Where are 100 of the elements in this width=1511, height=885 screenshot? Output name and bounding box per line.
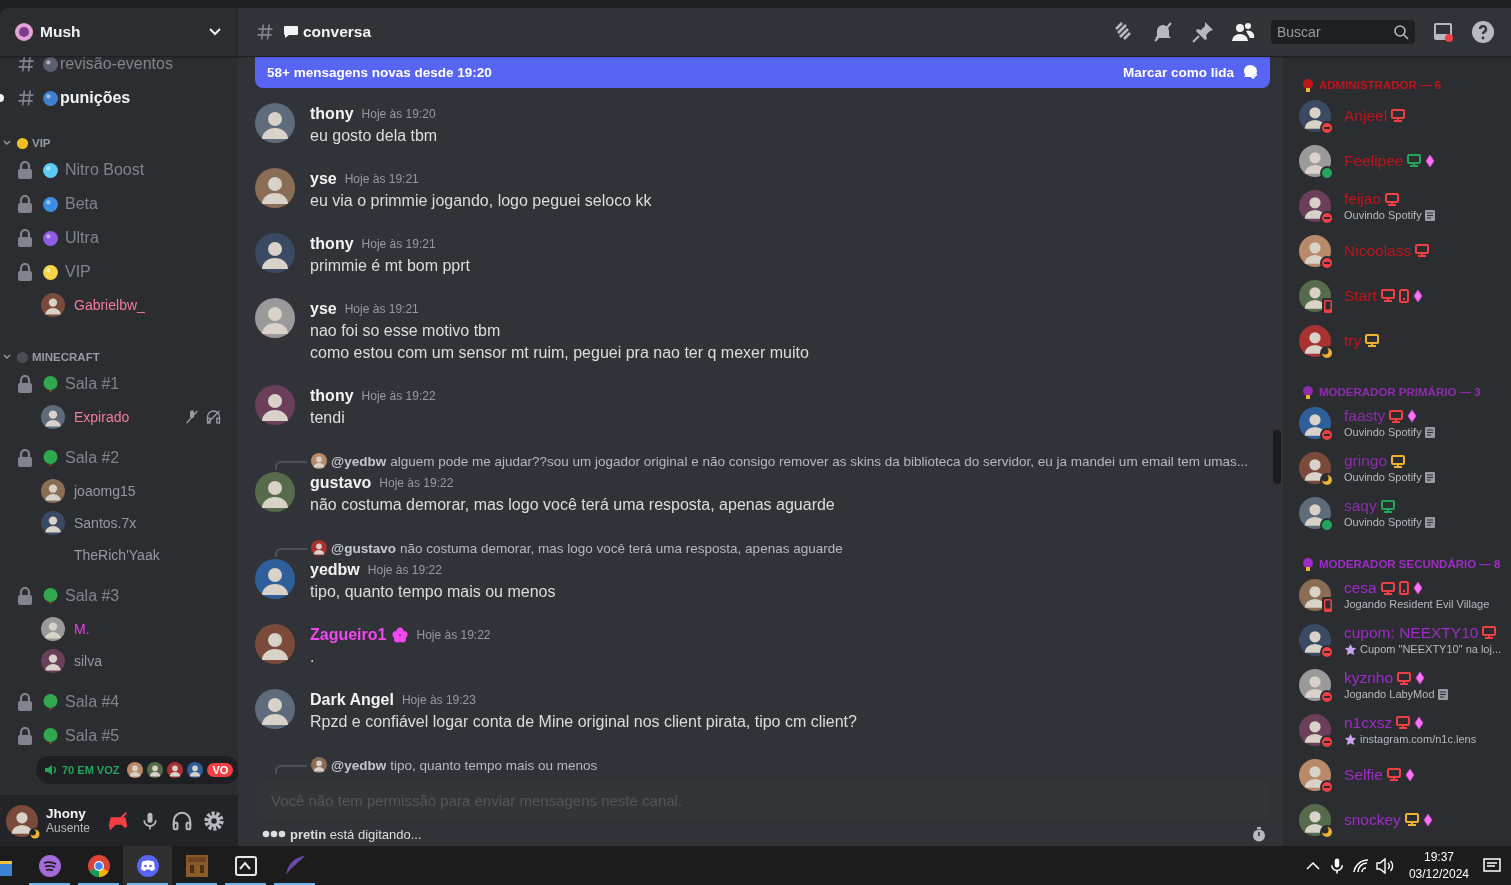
message-author[interactable]: Zagueiro1: [310, 626, 387, 644]
voice-channel-link[interactable]: Sala #4: [65, 693, 120, 711]
microphone-icon[interactable]: [140, 810, 160, 831]
avatar: [41, 293, 65, 317]
mark-as-read-button[interactable]: Marcar como lida: [1122, 64, 1258, 80]
reply-author[interactable]: @gustavo: [331, 540, 396, 556]
voice-channel-link[interactable]: Sala #5: [65, 727, 120, 745]
voice-user-name[interactable]: Expirado: [74, 409, 184, 425]
help-icon[interactable]: [1471, 20, 1495, 44]
monitor-icon: [1386, 768, 1401, 781]
volume-icon[interactable]: [1374, 857, 1395, 874]
message-author[interactable]: yedbw: [310, 561, 360, 579]
member-activity: Jogando Resident Evil Village: [1344, 598, 1490, 610]
tree-icon: [42, 727, 59, 745]
user-name: Jhony: [46, 806, 87, 821]
voice-channel-link[interactable]: Ultra: [65, 229, 99, 247]
voice-activity-banner[interactable]: 70 EM VOZ VO: [36, 756, 238, 784]
message-text: tendi: [310, 408, 346, 428]
category-name[interactable]: MINECRAFT: [32, 351, 100, 363]
hash-icon: [255, 22, 275, 42]
avatar: [127, 762, 144, 778]
voice-user-name[interactable]: Santos.7x: [74, 515, 217, 531]
lock-icon: [17, 449, 33, 467]
dnd-status-icon: [1320, 255, 1334, 270]
message-text: primmie é mt bom pprt: [310, 256, 472, 276]
monitor-icon: [1380, 499, 1395, 513]
category-name[interactable]: VIP: [32, 137, 51, 149]
clock-date: 03/12/2024: [1408, 865, 1469, 883]
monitor-icon: [1389, 409, 1404, 423]
reply-author[interactable]: @yedbw: [331, 453, 387, 469]
dnd-status-icon: [1320, 734, 1334, 749]
unread-indicator: [0, 94, 4, 102]
dnd-status-icon: [1320, 779, 1334, 794]
avatar: [41, 479, 65, 503]
wifi-icon[interactable]: [1351, 857, 1370, 874]
headphones-icon[interactable]: [171, 809, 193, 832]
reply-text[interactable]: tipo, quanto tempo mais ou menos: [390, 757, 598, 773]
voice-user-name[interactable]: silva: [74, 653, 217, 669]
server-icon[interactable]: [14, 22, 34, 42]
inbox-icon[interactable]: [1431, 20, 1455, 44]
voice-user-name[interactable]: Gabrielbw_: [74, 297, 217, 313]
member-name[interactable]: n1cxsz: [1344, 713, 1393, 732]
voice-user-name[interactable]: TheRich'Yaak: [74, 547, 217, 563]
member-name[interactable]: cupom: NEEXTY10: [1344, 623, 1479, 642]
monitor-icon: [1397, 671, 1412, 685]
server-name[interactable]: Mush: [40, 23, 208, 41]
message-author[interactable]: gustavo: [310, 474, 372, 492]
member-name[interactable]: kyznho: [1344, 669, 1394, 687]
browser-icon[interactable]: [86, 853, 111, 878]
lock-icon: [17, 587, 33, 605]
reply-text[interactable]: não costuma demorar, mas logo você terá uma resposta, apenas aguarde: [399, 540, 843, 556]
message-author[interactable]: thony: [310, 235, 354, 253]
channel-link[interactable]: revisão-eventos: [60, 56, 173, 73]
voice-channel-link[interactable]: Sala #2: [65, 449, 120, 467]
message-author[interactable]: yse: [310, 300, 337, 318]
member-name[interactable]: cesa: [1344, 579, 1377, 597]
voice-channel-link[interactable]: Nitro Boost: [65, 161, 145, 179]
voice-user-name[interactable]: joaomg15: [74, 483, 217, 499]
hash-icon: [16, 56, 36, 74]
controller-off-icon[interactable]: [107, 809, 129, 832]
idle-status-icon: [1320, 472, 1334, 487]
voice-channel-link[interactable]: Beta: [65, 195, 98, 213]
avatar: [41, 511, 65, 535]
block-icon[interactable]: [185, 854, 208, 877]
lock-icon: [17, 195, 33, 213]
monitor-icon: [1482, 626, 1497, 639]
chevron-up-icon[interactable]: [1305, 860, 1320, 871]
bell-off-icon[interactable]: [1151, 20, 1175, 44]
voice-channel-link[interactable]: VIP: [65, 263, 91, 281]
member-name[interactable]: snockey: [1344, 810, 1401, 829]
chat-check-icon: [1242, 64, 1258, 80]
voice-channel-link[interactable]: Sala #1: [65, 375, 120, 393]
music-icon[interactable]: [37, 853, 62, 878]
message-author[interactable]: thony: [310, 105, 354, 123]
dnd-status-icon: [1320, 427, 1334, 442]
message-author[interactable]: thony: [310, 387, 354, 405]
message-author[interactable]: yse: [310, 170, 337, 188]
settings-icon[interactable]: [203, 809, 225, 832]
reply-text[interactable]: alguem pode me ajudar??sou um jogador original e não consigo remover as skins da biblioteca do servidor, eu ja mandei um email tem umas...: [390, 453, 1248, 469]
monitor-icon: [1407, 154, 1422, 167]
lock-icon: [17, 375, 33, 393]
message-author[interactable]: Dark Angel: [310, 691, 394, 709]
monitor-icon: [1365, 334, 1380, 347]
monitor-icon: [1391, 454, 1406, 468]
voice-user-name[interactable]: M.: [74, 621, 217, 637]
hash-icon: [16, 88, 36, 108]
notifications-icon[interactable]: [1483, 856, 1501, 875]
pin-icon[interactable]: [1191, 20, 1215, 44]
chat-app-icon[interactable]: [135, 853, 160, 878]
channel-link[interactable]: punições: [60, 89, 131, 107]
voice-channel-link[interactable]: Sala #3: [65, 587, 120, 605]
avatar: [311, 540, 327, 556]
search-field[interactable]: Buscar: [1271, 20, 1415, 44]
scrollbar[interactable]: [1273, 430, 1281, 484]
member-name[interactable]: Selfie: [1344, 765, 1383, 784]
members-icon[interactable]: [1231, 20, 1255, 44]
clock[interactable]: 19:37 03/12/2024: [1408, 848, 1469, 883]
channel-title: conversa: [303, 23, 372, 41]
window-icon[interactable]: [234, 855, 257, 876]
reply-author[interactable]: @yedbw: [331, 757, 387, 773]
